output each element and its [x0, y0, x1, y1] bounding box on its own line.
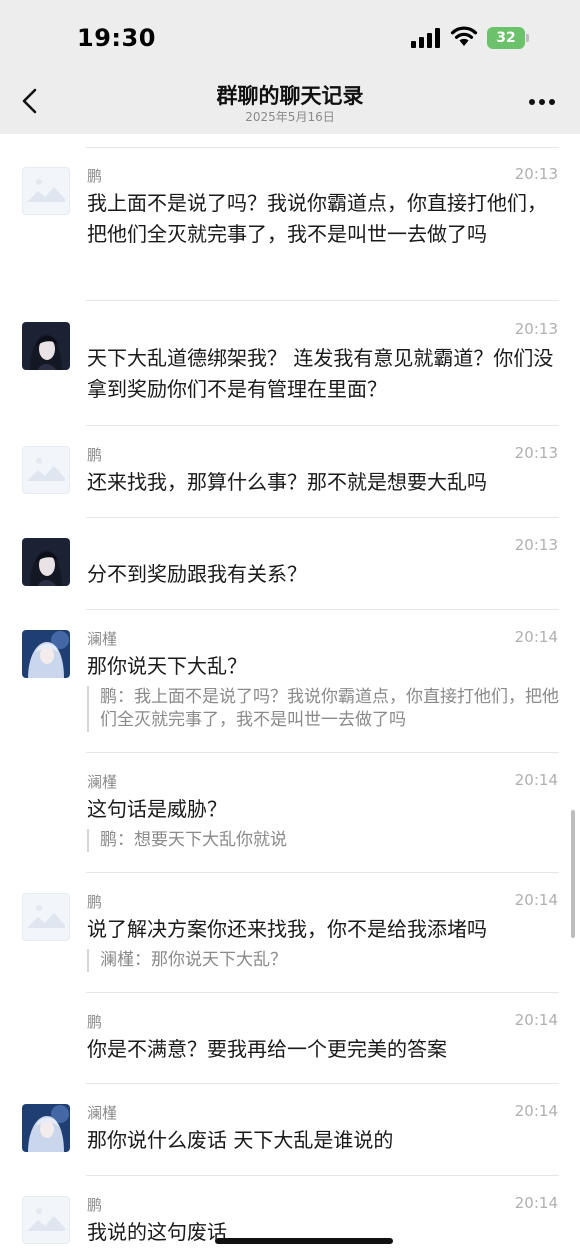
message-time: 20:13 — [514, 165, 558, 183]
message-text: 这句话是威胁？ — [87, 797, 227, 821]
divider — [86, 425, 559, 426]
message-sender: 鹏 — [87, 893, 103, 911]
more-icon[interactable] — [528, 98, 556, 106]
avatar-anime-icon[interactable] — [22, 1104, 70, 1152]
divider — [86, 1175, 559, 1176]
message-time: 20:14 — [514, 1011, 558, 1029]
avatar-anime-icon[interactable] — [22, 322, 70, 370]
message-sender: 鹏 — [87, 1013, 103, 1031]
message-text: 说了解决方案你还来找我，你不是给我添堵吗 — [87, 917, 487, 941]
message-time: 20:13 — [514, 536, 558, 554]
nav-bar: 群聊的聊天记录 2025年5月16日 — [0, 70, 580, 134]
divider — [86, 872, 559, 873]
divider — [86, 147, 559, 148]
divider — [86, 609, 559, 610]
cellular-signal-icon — [411, 28, 440, 48]
message-sender: 鹏 — [87, 167, 103, 185]
status-time: 19:30 — [77, 24, 156, 52]
quoted-reply[interactable]: 鹏：我上面不是说了吗？我说你霸道点，你直接打他们，把他们全灭就完事了，我不是叫世… — [87, 686, 559, 732]
message-text: 那你说天下大乱？ — [87, 654, 247, 678]
avatar-placeholder-icon[interactable] — [22, 1196, 70, 1244]
message-sender: 澜槿 — [87, 773, 118, 791]
avatar-anime-icon[interactable] — [22, 630, 70, 678]
message-time: 20:13 — [514, 444, 558, 462]
message-text: 那你说什么废话 天下大乱是谁说的 — [87, 1128, 394, 1152]
battery-level: 32 — [487, 27, 525, 49]
message-text: 天下大乱道德绑架我？ 连发我有意见就霸道？你们没拿到奖励你们不是有管理在里面？ — [87, 346, 554, 401]
avatar-placeholder-icon[interactable] — [22, 167, 70, 215]
message-sender: 鹏 — [87, 446, 103, 464]
message-text: 你是不满意？要我再给一个更完美的答案 — [87, 1037, 447, 1061]
quoted-reply[interactable]: 鹏：想要天下大乱你就说 — [87, 829, 559, 852]
battery-icon: 32 — [487, 27, 529, 49]
quoted-reply[interactable]: 澜槿：那你说天下大乱？ — [87, 949, 559, 972]
wifi-icon — [450, 26, 478, 46]
divider — [86, 1083, 559, 1084]
message-sender: 澜槿 — [87, 1104, 118, 1122]
avatar-placeholder-icon[interactable] — [22, 446, 70, 494]
message-time: 20:14 — [514, 1102, 558, 1120]
divider — [86, 992, 559, 993]
message-sender: 澜槿 — [87, 630, 118, 648]
avatar-placeholder-icon[interactable] — [22, 893, 70, 941]
scrollbar[interactable] — [571, 810, 575, 938]
home-indicator[interactable] — [215, 1238, 393, 1244]
divider — [86, 300, 559, 301]
page-title: 群聊的聊天记录 — [216, 84, 364, 108]
message-sender: 鹏 — [87, 1196, 103, 1214]
message-text: 分不到奖励跟我有关系？ — [87, 562, 307, 586]
message-text: 还来找我，那算什么事？那不就是想要大乱吗 — [87, 470, 487, 494]
page-subtitle: 2025年5月16日 — [245, 110, 335, 124]
message-time: 20:14 — [514, 771, 558, 789]
message-time: 20:14 — [514, 628, 558, 646]
divider — [86, 752, 559, 753]
message-text: 我上面不是说了吗？我说你霸道点，你直接打他们，把他们全灭就完事了，我不是叫世一去… — [87, 191, 547, 246]
avatar-anime-icon[interactable] — [22, 538, 70, 586]
divider — [86, 517, 559, 518]
message-time: 20:14 — [514, 1194, 558, 1212]
status-bar: 19:30 32 — [0, 0, 580, 70]
message-time: 20:14 — [514, 891, 558, 909]
message-time: 20:13 — [514, 320, 558, 338]
